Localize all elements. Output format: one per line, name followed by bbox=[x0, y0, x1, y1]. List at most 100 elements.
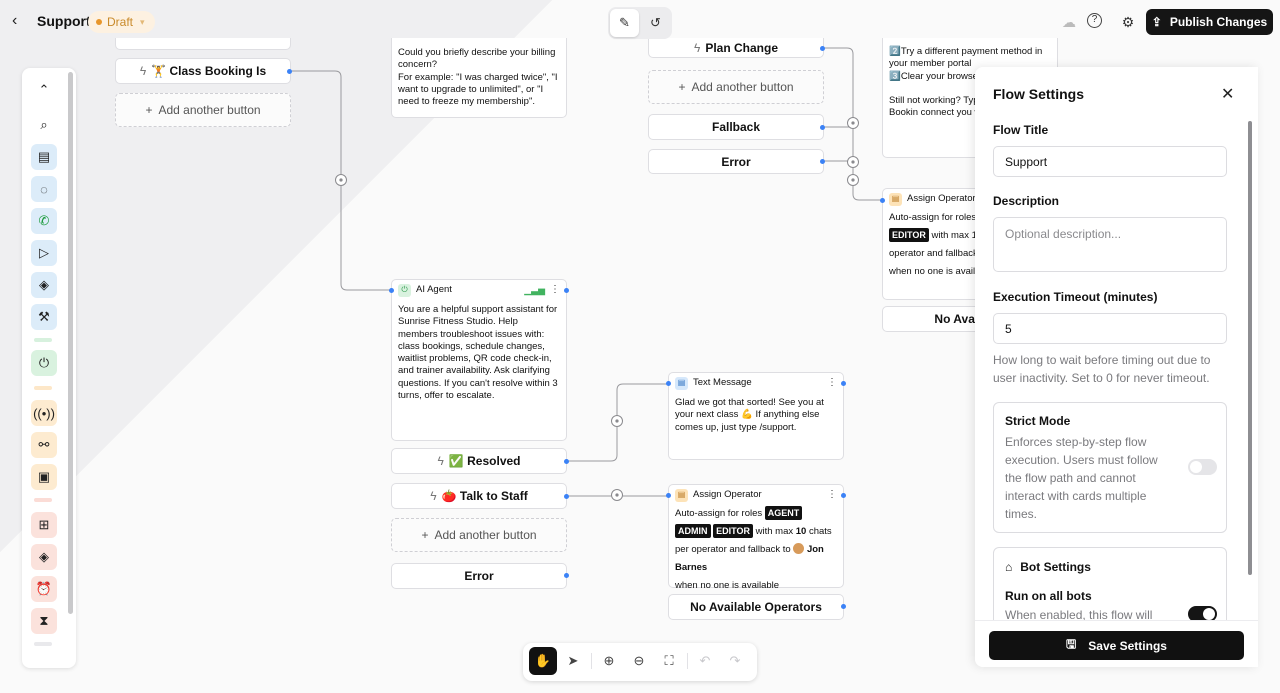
robot-icon: ⏻ bbox=[398, 283, 411, 297]
add-button-label: Add another button bbox=[434, 528, 537, 542]
add-button-label: Add another button bbox=[158, 103, 261, 117]
flow-settings-panel: Flow Settings ✕ Flow Title Support Descr… bbox=[975, 67, 1258, 667]
hourglass-icon[interactable]: ⧗ bbox=[31, 608, 57, 634]
fit-view-icon[interactable]: ⛶ bbox=[655, 647, 683, 675]
operator-icon[interactable]: ▣ bbox=[31, 464, 57, 490]
connector-handle-in[interactable] bbox=[666, 381, 671, 386]
connector-handle[interactable] bbox=[564, 459, 569, 464]
strict-mode-help: Enforces step-by-step flow execution. Us… bbox=[1005, 435, 1158, 521]
message-icon[interactable]: ▤ bbox=[31, 144, 57, 170]
search-icon[interactable]: ⌕ bbox=[31, 112, 57, 138]
assign-text: Auto-assign for roles bbox=[675, 508, 763, 519]
gear-icon[interactable]: ⚙ bbox=[1119, 13, 1137, 31]
fallback-button[interactable]: Fallback bbox=[648, 114, 824, 140]
connector-handle-out[interactable] bbox=[841, 493, 846, 498]
layers-icon[interactable]: ◈ bbox=[31, 272, 57, 298]
connector-handle[interactable] bbox=[820, 125, 825, 130]
connector-handle-in[interactable] bbox=[880, 198, 885, 203]
text-message-body: Glad we got that sorted! See you at your… bbox=[675, 397, 824, 433]
connector-handle[interactable] bbox=[841, 604, 846, 609]
connector-handle-out[interactable] bbox=[564, 288, 569, 293]
no-available-operators-button[interactable]: No Available Operators bbox=[668, 594, 844, 620]
status-badge[interactable]: Draft ▾ bbox=[88, 11, 155, 33]
strict-mode-toggle[interactable] bbox=[1188, 459, 1217, 475]
save-icon: 🖫 bbox=[1066, 637, 1077, 651]
scrollbar[interactable] bbox=[68, 72, 73, 614]
assign-operator-header: ▤ Assign Operator ⋮ bbox=[669, 485, 843, 505]
kebab-menu-icon[interactable]: ⋮ bbox=[827, 489, 837, 501]
kebab-menu-icon[interactable]: ⋮ bbox=[550, 284, 560, 296]
chevron-down-icon: ▾ bbox=[140, 17, 145, 27]
button-label: Fallback bbox=[711, 120, 761, 134]
redo-icon[interactable]: ↷ bbox=[721, 647, 749, 675]
resolved-button[interactable]: ϟ ✅ Resolved bbox=[391, 448, 567, 474]
pencil-icon[interactable]: ✎ bbox=[610, 9, 639, 37]
role-badge: AGENT bbox=[764, 506, 803, 520]
divider bbox=[591, 653, 592, 669]
divider bbox=[34, 498, 52, 502]
chevron-left-icon[interactable]: ‹ bbox=[12, 12, 30, 30]
connector-handle-in[interactable] bbox=[666, 493, 671, 498]
upload-icon: ⇪ bbox=[1151, 15, 1162, 29]
whatsapp-icon[interactable]: ✆ bbox=[31, 208, 57, 234]
timeout-input[interactable]: 5 bbox=[993, 313, 1227, 344]
message-icon: ▤ bbox=[675, 376, 688, 390]
cloud-icon: ☁ bbox=[1062, 14, 1076, 30]
stack-icon[interactable]: ◈ bbox=[31, 544, 57, 570]
assign-text: with max bbox=[755, 526, 794, 537]
webhook-icon[interactable]: ⚯ bbox=[31, 432, 57, 458]
assign-text: when no one is availa bbox=[889, 266, 981, 277]
close-icon[interactable]: ✕ bbox=[1221, 84, 1234, 104]
add-another-button[interactable]: + Add another button bbox=[115, 93, 291, 127]
error-button[interactable]: Error bbox=[648, 149, 824, 174]
divider bbox=[34, 386, 52, 390]
text-message-card[interactable]: ▤ Text Message ⋮ Glad we got that sorted… bbox=[668, 372, 844, 460]
kebab-menu-icon[interactable]: ⋮ bbox=[827, 377, 837, 389]
robot-icon[interactable]: ⏻ bbox=[31, 350, 57, 376]
connector-handle[interactable] bbox=[564, 573, 569, 578]
ai-agent-card[interactable]: ⏻ AI Agent ▁▃▅ ⋮ You are a helpful suppo… bbox=[391, 279, 567, 441]
billing-message-card[interactable]: Could you briefly describe your billing … bbox=[391, 38, 567, 118]
button-label: No Available Operators bbox=[690, 600, 822, 614]
description-textarea[interactable]: Optional description... bbox=[993, 217, 1227, 272]
broadcast-icon[interactable]: ((•)) bbox=[31, 400, 57, 426]
error-button-2[interactable]: Error bbox=[391, 563, 567, 589]
undo-icon[interactable]: ↶ bbox=[691, 647, 719, 675]
connector-handle-in[interactable] bbox=[389, 288, 394, 293]
flow-title: Support bbox=[37, 13, 91, 29]
play-icon[interactable]: ▷ bbox=[31, 240, 57, 266]
connector-handle[interactable] bbox=[564, 494, 569, 499]
add-another-button-2[interactable]: + Add another button bbox=[391, 518, 567, 552]
blocks-icon[interactable]: ⊞ bbox=[31, 512, 57, 538]
talk-to-staff-button[interactable]: ϟ 🍅 Talk to Staff bbox=[391, 483, 567, 509]
connector-handle-out[interactable] bbox=[841, 381, 846, 386]
scrollbar[interactable] bbox=[1248, 121, 1252, 575]
avatar bbox=[793, 543, 805, 554]
pointer-tool-icon[interactable]: ➤ bbox=[559, 647, 587, 675]
save-settings-button[interactable]: 🖫 Save Settings bbox=[989, 631, 1244, 660]
assign-operator-card[interactable]: ▤ Assign Operator ⋮ Auto-assign for role… bbox=[668, 484, 844, 591]
class-booking-button[interactable]: ϟ 🏋️ Class Booking Is bbox=[115, 58, 291, 84]
ai-agent-title: AI Agent bbox=[416, 283, 452, 295]
timeout-label: Execution Timeout (minutes) bbox=[993, 290, 1158, 304]
publish-changes-button[interactable]: ⇪ Publish Changes bbox=[1146, 9, 1273, 35]
hand-tool-icon[interactable]: ✋ bbox=[529, 647, 557, 675]
connector-handle[interactable] bbox=[287, 69, 292, 74]
publish-label: Publish Changes bbox=[1169, 15, 1268, 29]
zoom-in-icon[interactable]: ⊕ bbox=[595, 647, 623, 675]
connector-handle[interactable] bbox=[820, 46, 825, 51]
tools-icon[interactable]: ⚒ bbox=[31, 304, 57, 330]
help-icon[interactable]: ? bbox=[1087, 13, 1102, 28]
zoom-out-icon[interactable]: ⊖ bbox=[625, 647, 653, 675]
add-button-label: Add another button bbox=[691, 80, 794, 94]
assign-text: operator and fallback bbox=[889, 248, 978, 259]
robot-icon: ⌂ bbox=[1005, 560, 1013, 574]
alarm-icon[interactable]: ⏰ bbox=[31, 576, 57, 602]
add-another-button-3[interactable]: + Add another button bbox=[648, 70, 824, 104]
flow-title-input[interactable]: Support bbox=[993, 146, 1227, 177]
connector-handle[interactable] bbox=[820, 159, 825, 164]
question-bubble-icon[interactable]: ◌ bbox=[31, 176, 57, 202]
chevron-up-icon[interactable]: ⌃ bbox=[31, 77, 57, 103]
history-icon[interactable]: ↺ bbox=[641, 9, 670, 37]
max-chats-value: 10 bbox=[795, 526, 807, 537]
